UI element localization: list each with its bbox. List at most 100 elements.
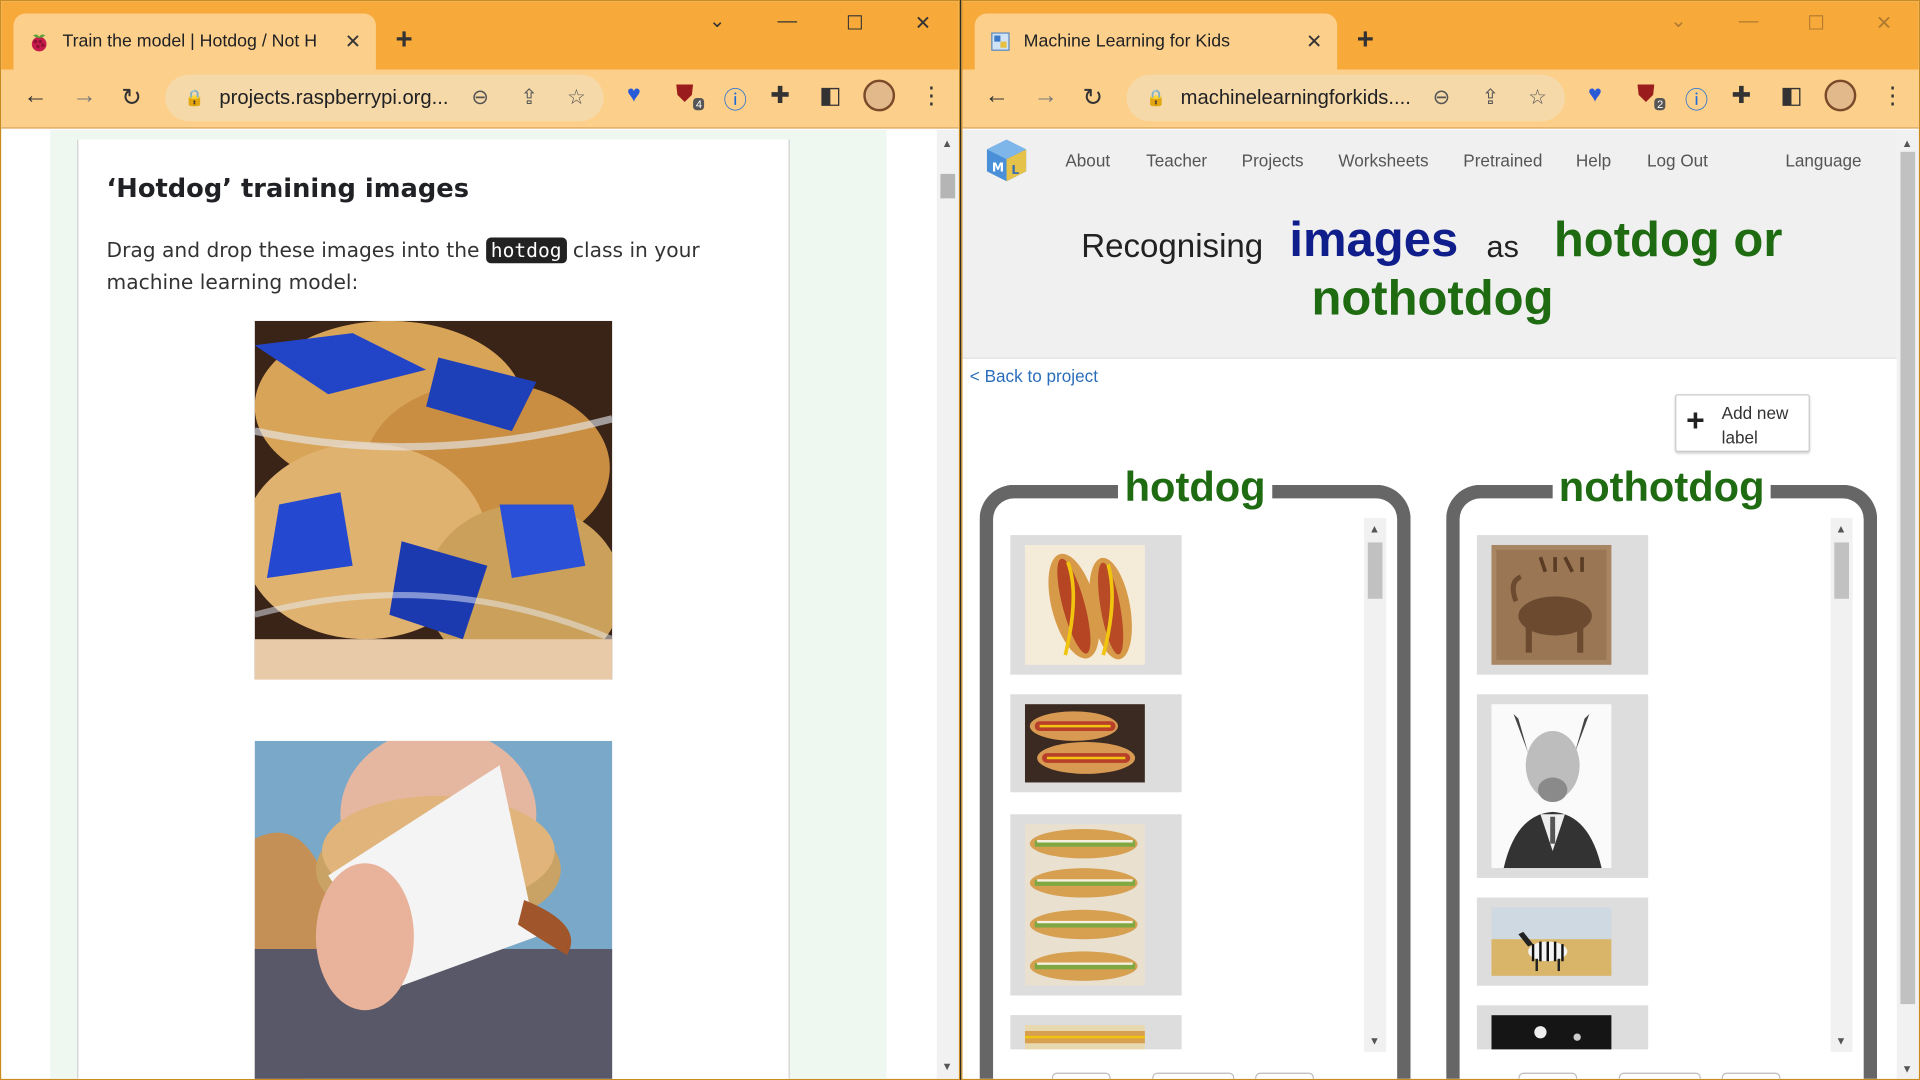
ublock-icon[interactable]: ⛊ 2 <box>1637 82 1666 110</box>
puzzle-icon[interactable]: ✚ <box>1731 82 1750 110</box>
training-image-tile[interactable] <box>1010 694 1182 793</box>
scroll-up-icon[interactable]: ▲ <box>1836 523 1847 535</box>
scroll-down-icon[interactable]: ▼ <box>1836 1035 1847 1047</box>
training-image-tile[interactable] <box>1476 535 1649 675</box>
more-menu-icon[interactable]: ⋮ <box>1881 82 1904 110</box>
nav-pretrained[interactable]: Pretrained <box>1463 151 1542 171</box>
heart-extension-icon[interactable]: ♥ <box>1588 82 1602 109</box>
nav-projects[interactable]: Projects <box>1242 151 1304 171</box>
scroll-up-icon[interactable]: ▲ <box>1902 137 1913 149</box>
scrollbar-thumb[interactable] <box>1834 542 1849 599</box>
training-image-tile[interactable] <box>1010 1015 1182 1050</box>
add-from-web-button[interactable]: www <box>1051 1072 1111 1079</box>
url-text: projects.raspberrypi.org... <box>219 86 449 109</box>
training-image-tile[interactable] <box>1010 535 1182 675</box>
forward-arrow-icon[interactable]: → <box>1033 82 1057 110</box>
label-bucket-hotdog[interactable]: hotdog ▲ ▼ <box>979 464 1411 1079</box>
zoom-icon[interactable]: ⊖ <box>471 86 488 110</box>
address-bar[interactable]: 🔒 projects.raspberrypi.org... ⊖ ⇪ ☆ <box>165 74 604 122</box>
training-image-tile[interactable] <box>1476 897 1649 986</box>
hotdog-image <box>1024 1024 1145 1050</box>
scrollbar-thumb[interactable] <box>1367 542 1383 599</box>
page-content: ‘Hotdog’ training images Drag and drop t… <box>1 129 959 1080</box>
bucket-title: nothotdog <box>1460 464 1864 512</box>
training-image-tile[interactable] <box>1476 694 1649 878</box>
reload-icon[interactable]: ↻ <box>121 82 142 113</box>
heart-extension-icon[interactable]: ♥ <box>627 82 641 109</box>
scroll-down-icon[interactable]: ▼ <box>1369 1035 1380 1047</box>
nav-worksheets[interactable]: Worksheets <box>1338 151 1428 171</box>
training-image-tile[interactable] <box>1010 814 1182 996</box>
minimize-icon[interactable]: — <box>1739 11 1759 33</box>
nav-about[interactable]: About <box>1065 151 1110 171</box>
add-from-webcam-button[interactable]: webcam <box>1618 1072 1701 1079</box>
scrollbar-thumb[interactable] <box>940 173 956 199</box>
draw-button[interactable]: draw <box>1721 1072 1781 1079</box>
label-bucket-nothotdog[interactable]: nothotdog ▲ ▼ <box>1446 464 1878 1079</box>
avatar[interactable] <box>1824 79 1857 112</box>
bucket-scrollbar[interactable]: ▲ ▼ <box>1364 517 1387 1052</box>
svg-text:L: L <box>1011 163 1019 177</box>
forward-arrow-icon[interactable]: → <box>72 82 96 110</box>
side-panel-icon[interactable]: ◧ <box>1780 82 1802 110</box>
person-eating-hotdog-image[interactable] <box>254 740 613 1080</box>
minimize-icon[interactable]: — <box>778 11 798 33</box>
scroll-down-icon[interactable]: ▼ <box>942 1060 953 1072</box>
add-new-label-button[interactable]: + Add new label <box>1675 394 1810 452</box>
add-from-webcam-button[interactable]: webcam <box>1152 1072 1234 1079</box>
maximize-icon[interactable]: ☐ <box>1807 11 1825 35</box>
seal-carving-image <box>1491 544 1612 665</box>
star-icon[interactable]: ☆ <box>567 86 586 110</box>
ml-kids-icon <box>991 32 1010 51</box>
nav-help[interactable]: Help <box>1576 151 1611 171</box>
zoom-icon[interactable]: ⊖ <box>1433 86 1450 110</box>
chevron-down-icon[interactable]: ⌄ <box>1670 9 1686 33</box>
scroll-down-icon[interactable]: ▼ <box>1902 1063 1913 1075</box>
side-panel-icon[interactable]: ◧ <box>819 82 841 110</box>
maximize-icon[interactable]: ☐ <box>846 11 864 35</box>
nav-log-out[interactable]: Log Out <box>1647 151 1708 171</box>
share-icon[interactable]: ⇪ <box>520 86 537 110</box>
add-from-web-button[interactable]: www <box>1518 1072 1578 1079</box>
new-tab-button[interactable]: + <box>396 23 413 57</box>
close-icon[interactable]: ✕ <box>345 29 361 53</box>
ublock-icon[interactable]: ⛊ 4 <box>676 82 705 110</box>
tab-train-the-model[interactable]: Train the model | Hotdog / Not H ✕ <box>13 13 376 70</box>
share-icon[interactable]: ⇪ <box>1482 86 1499 110</box>
scroll-up-icon[interactable]: ▲ <box>942 137 953 149</box>
svg-text:M: M <box>992 160 1004 174</box>
star-icon[interactable]: ☆ <box>1528 86 1547 110</box>
draw-button[interactable]: draw <box>1255 1072 1314 1079</box>
tab-machine-learning-for-kids[interactable]: Machine Learning for Kids ✕ <box>974 13 1338 70</box>
bucket-scrollbar[interactable]: ▲ ▼ <box>1830 517 1853 1052</box>
password-manager-icon[interactable]: ⓘ <box>724 82 747 115</box>
back-arrow-icon[interactable]: ← <box>23 82 47 110</box>
close-icon[interactable]: ✕ <box>1306 29 1322 53</box>
reload-icon[interactable]: ↻ <box>1082 82 1103 113</box>
tab-title: Machine Learning for Kids <box>1023 31 1230 52</box>
password-manager-icon[interactable]: ⓘ <box>1685 82 1708 115</box>
new-tab-button[interactable]: + <box>1357 23 1374 57</box>
ml-logo-icon[interactable]: M L <box>984 137 1028 184</box>
avatar[interactable] <box>863 79 896 112</box>
nav-teacher[interactable]: Teacher <box>1146 151 1207 171</box>
window-close-icon[interactable]: ✕ <box>1876 11 1892 35</box>
scrollbar-thumb[interactable] <box>1900 151 1916 1005</box>
add-label-text: Add new label <box>1721 402 1789 447</box>
plus-icon: + <box>1686 401 1705 439</box>
scaler: Train the model | Hotdog / Not H ✕ + ⌄ —… <box>0 0 1920 1080</box>
chevron-down-icon[interactable]: ⌄ <box>709 9 725 33</box>
address-bar[interactable]: 🔒 machinelearningforkids.... ⊖ ⇪ ☆ <box>1126 74 1565 122</box>
buns-training-image[interactable] <box>254 320 613 680</box>
back-to-project-link[interactable]: < Back to project <box>970 366 1098 386</box>
scroll-up-icon[interactable]: ▲ <box>1369 523 1380 535</box>
back-arrow-icon[interactable]: ← <box>984 82 1008 110</box>
page-scrollbar[interactable]: ▲ ▼ <box>936 129 959 1079</box>
training-image-tile[interactable] <box>1476 1005 1649 1050</box>
hero-word: Recognising <box>1081 227 1264 265</box>
nav-language[interactable]: Language <box>1785 151 1861 171</box>
page-scrollbar[interactable]: ▲ ▼ <box>1896 129 1919 1079</box>
puzzle-icon[interactable]: ✚ <box>770 82 789 110</box>
more-menu-icon[interactable]: ⋮ <box>920 82 943 110</box>
window-close-icon[interactable]: ✕ <box>915 11 931 35</box>
